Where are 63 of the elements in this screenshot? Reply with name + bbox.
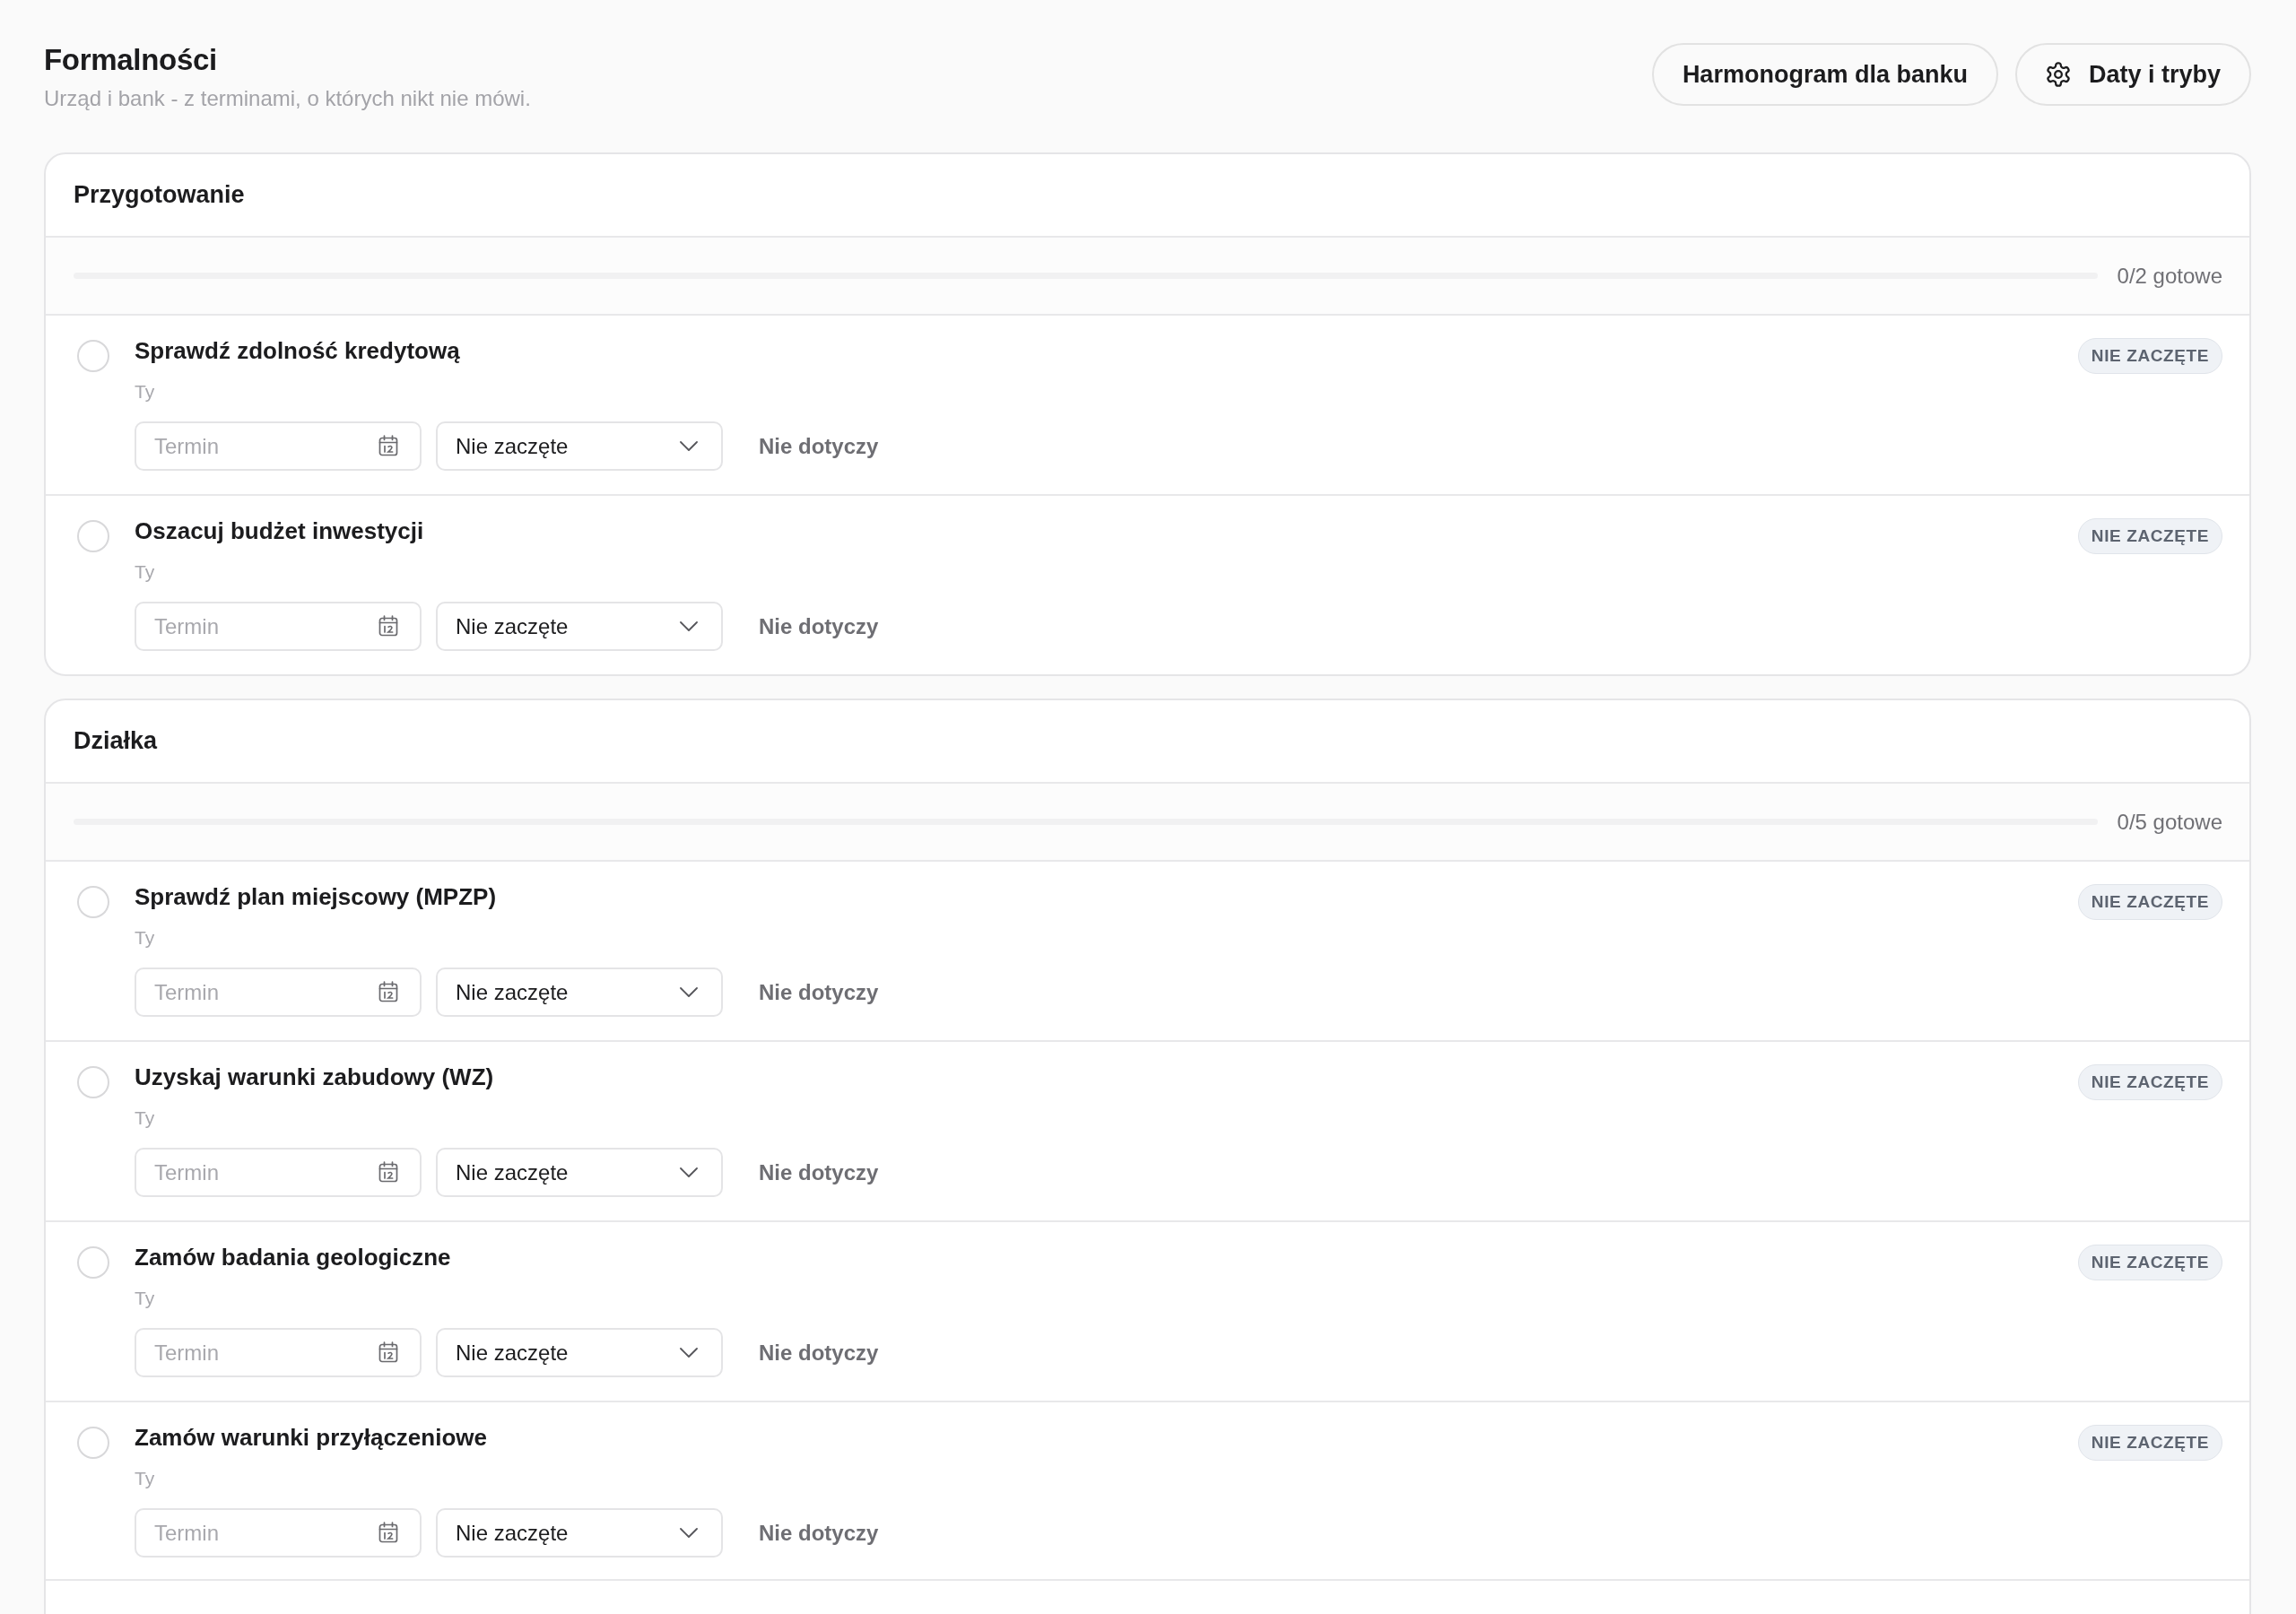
- date-field[interactable]: Termin: [135, 1508, 422, 1558]
- status-badge: NIE ZACZĘTE: [2077, 884, 2222, 920]
- status-badge: NIE ZACZĘTE: [2077, 338, 2222, 374]
- status-badge: NIE ZACZĘTE: [2077, 1425, 2222, 1461]
- caret-icon: [680, 987, 698, 997]
- calendar-icon: [378, 1161, 398, 1183]
- calendar-icon: [378, 435, 398, 456]
- calendar-icon: [378, 1341, 398, 1363]
- task-title: Zamów badania geologiczne: [135, 1243, 452, 1271]
- assignee-label: Ty: [135, 1467, 156, 1490]
- page-subtitle: Urząd i bank - z terminami, o których nikt nie mówi.: [44, 85, 531, 112]
- section-title: Przygotowanie: [74, 181, 245, 209]
- assignee-label: Ty: [135, 1287, 156, 1310]
- assignee-label: Ty: [135, 560, 156, 584]
- calendar-icon: [378, 981, 398, 1002]
- not-applicable-button[interactable]: Nie dotyczy: [744, 606, 893, 646]
- date-field[interactable]: Termin: [135, 968, 422, 1017]
- assignee-label: Ty: [135, 380, 156, 404]
- date-field[interactable]: Termin: [135, 602, 422, 651]
- caret-icon: [680, 1528, 698, 1538]
- settings-icon: [2045, 62, 2071, 87]
- status-badge: NIE ZACZĘTE: [2077, 1245, 2222, 1280]
- calendar-icon: [378, 615, 398, 637]
- caret-icon: [680, 1167, 698, 1177]
- status-select[interactable]: Nie zaczęte: [436, 1508, 723, 1558]
- progress-label: 0/5 gotowe: [2117, 809, 2222, 835]
- task-title: Zamów warunki przyłączeniowe: [135, 1423, 488, 1452]
- not-applicable-button[interactable]: Nie dotyczy: [744, 426, 893, 466]
- page-title: Formalności: [44, 42, 218, 78]
- settings-button[interactable]: Daty i tryby: [2014, 43, 2251, 106]
- not-applicable-button[interactable]: Nie dotyczy: [744, 1332, 893, 1373]
- calendar-icon: [378, 1522, 398, 1543]
- status-select[interactable]: Nie zaczęte: [436, 421, 723, 471]
- status-select[interactable]: Nie zaczęte: [436, 1148, 723, 1197]
- caret-icon: [680, 1348, 698, 1358]
- status-select[interactable]: Nie zaczęte: [436, 602, 723, 651]
- date-field[interactable]: Termin: [135, 1148, 422, 1197]
- task-title: Sprawdź zdolność kredytową: [135, 336, 461, 365]
- task-title: Uzyskaj warunki zabudowy (WZ): [135, 1063, 495, 1091]
- section-title: Działka: [74, 727, 158, 755]
- status-select[interactable]: Nie zaczęte: [436, 968, 723, 1017]
- task-checkbox[interactable]: [77, 1066, 109, 1098]
- caret-icon: [680, 441, 698, 451]
- task-checkbox[interactable]: [77, 1246, 109, 1279]
- task-checkbox[interactable]: [77, 340, 109, 372]
- task-title: Sprawdź plan miejscowy (MPZP): [135, 882, 498, 911]
- status-select[interactable]: Nie zaczęte: [436, 1328, 723, 1377]
- assignee-label: Ty: [135, 926, 156, 950]
- date-field[interactable]: Termin: [135, 1328, 422, 1377]
- not-applicable-button[interactable]: Nie dotyczy: [744, 1513, 893, 1553]
- not-applicable-button[interactable]: Nie dotyczy: [744, 972, 893, 1012]
- status-badge: NIE ZACZĘTE: [2077, 1064, 2222, 1100]
- task-checkbox[interactable]: [77, 886, 109, 918]
- progress-label: 0/2 gotowe: [2117, 263, 2222, 289]
- caret-icon: [680, 621, 698, 631]
- task-checkbox[interactable]: [77, 1427, 109, 1459]
- task-title: Oszacuj budżet inwestycji: [135, 516, 425, 545]
- date-field[interactable]: Termin: [135, 421, 422, 471]
- not-applicable-button[interactable]: Nie dotyczy: [744, 1152, 893, 1193]
- status-badge: NIE ZACZĘTE: [2077, 518, 2222, 554]
- task-checkbox[interactable]: [77, 520, 109, 552]
- schedule-button[interactable]: Harmonogram dla banku: [1651, 43, 1998, 106]
- assignee-label: Ty: [135, 1106, 156, 1130]
